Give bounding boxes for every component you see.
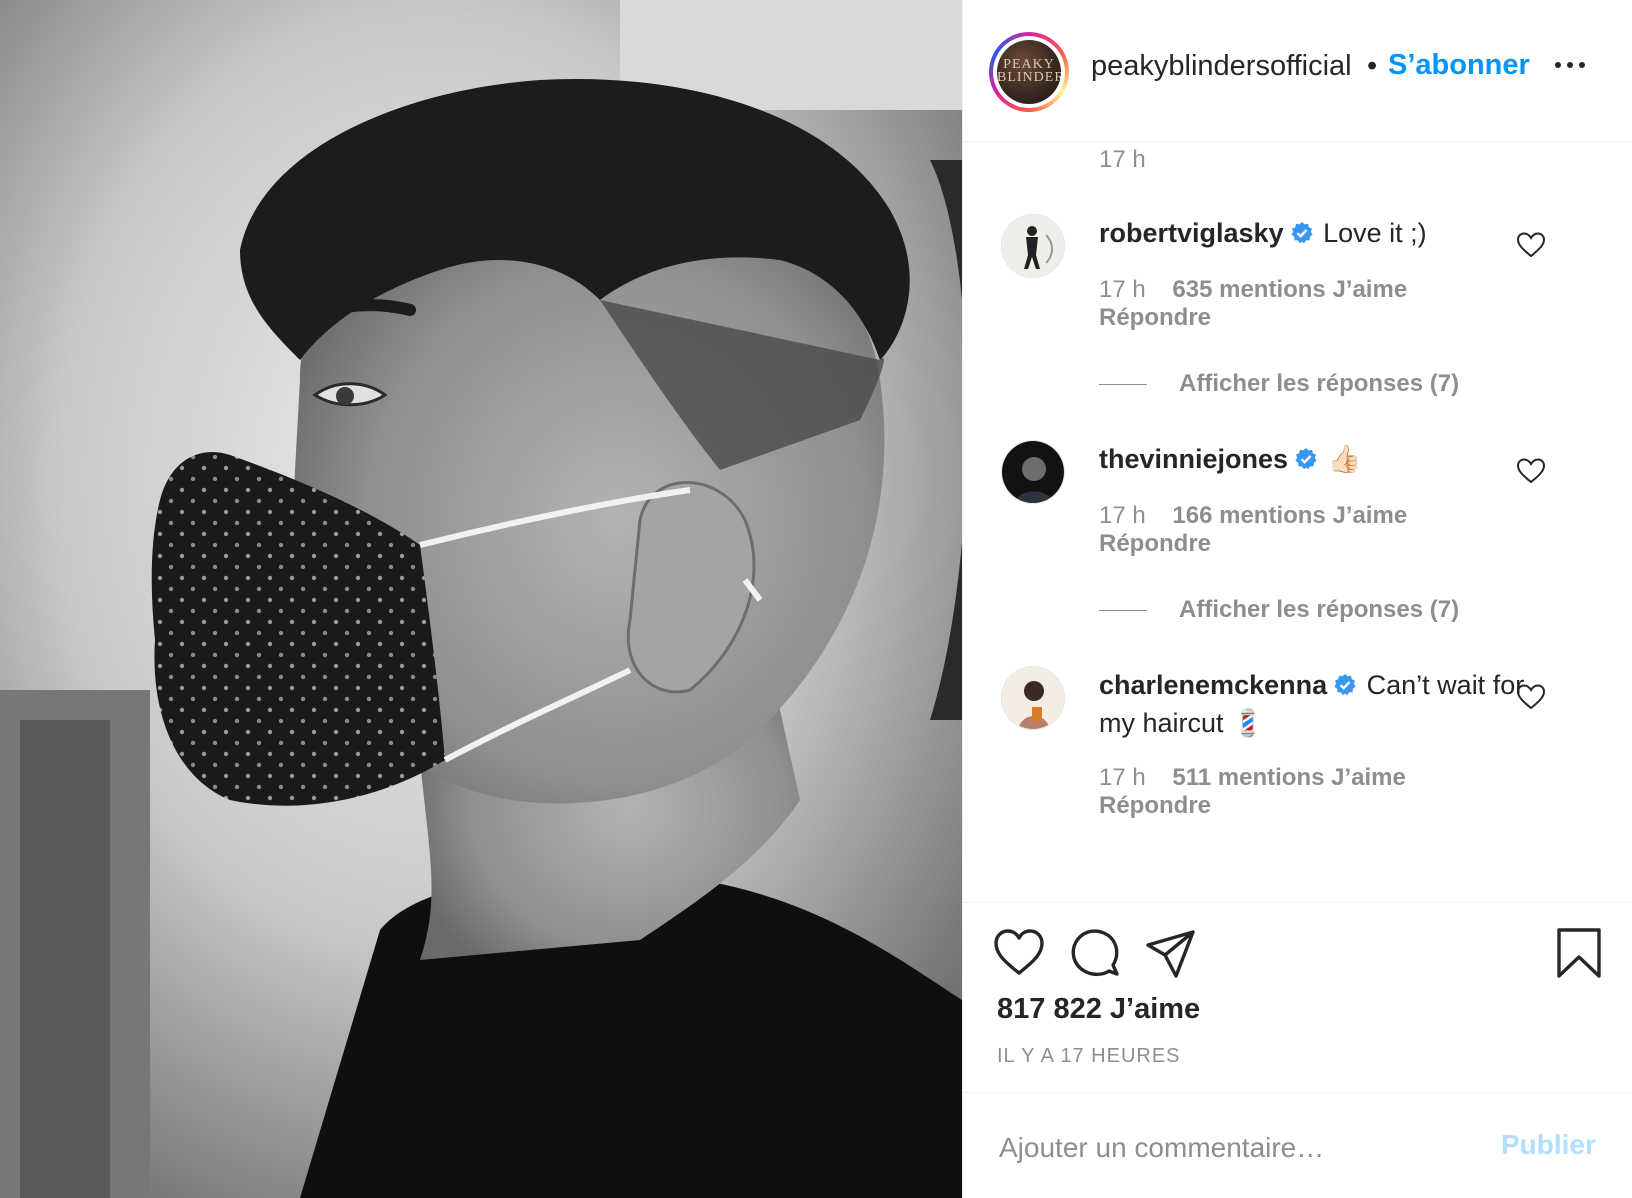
comment-time: 17 h — [1099, 502, 1146, 529]
comments-list[interactable]: 17 h robertviglasky Love it ;) 17 h 635 … — [963, 142, 1632, 902]
view-replies-label: Afficher les réponses (7) — [1179, 370, 1460, 397]
post-side-panel: PEAKY BLINDERS peakyblindersofficial • S… — [962, 0, 1632, 1198]
add-comment-bar: Publier — [963, 1092, 1632, 1198]
commenter-avatar[interactable] — [1001, 440, 1065, 504]
comment-username[interactable]: thevinniejones — [1099, 444, 1288, 474]
caption-time: 17 h — [1099, 146, 1146, 173]
avatar-portrait-icon — [1002, 667, 1064, 729]
comment-time: 17 h — [1099, 764, 1146, 791]
comment-username[interactable]: charlenemckenna — [1099, 670, 1327, 700]
comment-like-heart-icon[interactable] — [1517, 458, 1545, 484]
reply-button[interactable]: Répondre — [1099, 530, 1211, 558]
save-bookmark-icon[interactable] — [1553, 927, 1605, 979]
verified-badge-icon — [1290, 222, 1313, 244]
comment-text: Love it ;) — [1323, 218, 1427, 248]
commenter-avatar[interactable] — [1001, 214, 1065, 278]
comment-like-heart-icon[interactable] — [1517, 232, 1545, 258]
verified-badge-icon — [1295, 448, 1317, 470]
view-replies-button[interactable]: Afficher les réponses (7) — [1099, 370, 1459, 398]
post-likes-count[interactable]: 817 822 J’aime — [997, 993, 1200, 1026]
avatar-figure-icon — [1002, 215, 1064, 277]
post-header: PEAKY BLINDERS peakyblindersofficial • S… — [963, 0, 1632, 142]
reply-button[interactable]: Répondre — [1099, 304, 1211, 332]
verified-badge-icon — [1334, 674, 1356, 696]
view-replies-button[interactable]: Afficher les réponses (7) — [1099, 596, 1459, 624]
comment-input[interactable] — [997, 1125, 1501, 1171]
comment-likes[interactable]: 166 mentions J’aime — [1172, 502, 1407, 529]
share-paper-plane-icon[interactable] — [1145, 927, 1197, 979]
view-replies-label: Afficher les réponses (7) — [1179, 596, 1460, 623]
instagram-post: PEAKY BLINDERS peakyblindersofficial • S… — [0, 0, 1632, 1198]
comment-bubble-icon[interactable] — [1069, 927, 1121, 979]
publish-button[interactable]: Publier — [1501, 1129, 1596, 1161]
avatar-logo: PEAKY BLINDERS — [997, 57, 1061, 85]
avatar-portrait-icon — [1002, 441, 1064, 503]
post-timestamp[interactable]: IL Y A 17 HEURES — [997, 1045, 1181, 1068]
author-username[interactable]: peakyblindersofficial — [1091, 50, 1363, 83]
commenter-avatar[interactable] — [1001, 666, 1065, 730]
comment-likes[interactable]: 511 mentions J’aime — [1172, 764, 1405, 791]
comment-time: 17 h — [1099, 276, 1146, 303]
author-avatar[interactable]: PEAKY BLINDERS — [989, 32, 1069, 112]
comment-text: 👍🏻 — [1327, 444, 1362, 474]
like-heart-icon[interactable] — [993, 927, 1045, 979]
follow-button[interactable]: S’abonner — [1388, 49, 1530, 82]
more-options-icon[interactable] — [1555, 62, 1585, 72]
separator-dot: • — [1367, 50, 1378, 82]
photo-illustration — [0, 0, 962, 1198]
post-actions: 817 822 J’aime IL Y A 17 HEURES — [963, 902, 1632, 1092]
reply-button[interactable]: Répondre — [1099, 792, 1211, 820]
comment-username[interactable]: robertviglasky — [1099, 218, 1284, 248]
comment-like-heart-icon[interactable] — [1517, 684, 1545, 710]
comment-likes[interactable]: 635 mentions J’aime — [1172, 276, 1407, 303]
post-photo[interactable] — [0, 0, 962, 1198]
